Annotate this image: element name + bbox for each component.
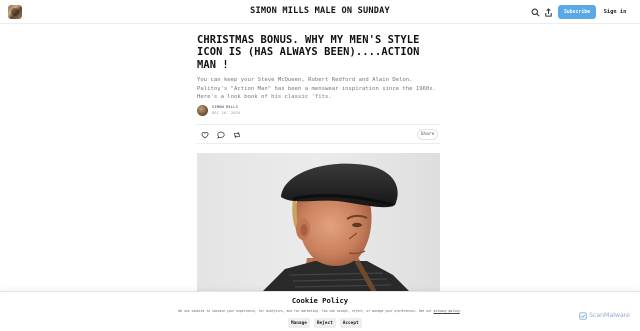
share-upload-icon[interactable] xyxy=(542,6,554,18)
post-subtitle: You can keep your Steve McQueen, Robert … xyxy=(197,77,437,101)
post-date: DEC 26, 2024 xyxy=(212,111,241,115)
post-actions: Share xyxy=(197,124,440,144)
byline: SIMON MILLS DEC 26, 2024 xyxy=(197,104,440,118)
subscribe-button[interactable]: Subscribe xyxy=(558,5,596,19)
post-title: CHRISTMAS BONUS. WHY MY MEN'S STYLE ICON… xyxy=(197,34,420,71)
scanmalware-label: ScanMalware xyxy=(589,312,630,319)
accept-cookies-button[interactable]: Accept xyxy=(339,318,362,328)
author-name[interactable]: SIMON MILLS xyxy=(212,105,238,109)
cookie-text: We use cookies to improve your experienc… xyxy=(0,309,640,313)
reject-cookies-button[interactable]: Reject xyxy=(313,318,336,328)
cookie-description: We use cookies to improve your experienc… xyxy=(178,309,432,313)
sign-in-button[interactable]: Sign in xyxy=(602,5,628,19)
cookie-banner: Cookie Policy We use cookies to improve … xyxy=(0,291,640,331)
scanmalware-logo-icon xyxy=(579,311,587,320)
manage-cookies-button[interactable]: Manage xyxy=(288,318,310,328)
top-bar: SIMON MILLS MALE ON SUNDAY Subscribe Sig… xyxy=(0,0,640,24)
cookie-buttons: Manage Reject Accept xyxy=(288,318,362,328)
heart-icon[interactable] xyxy=(200,130,209,139)
share-button[interactable]: Share xyxy=(417,129,438,140)
search-icon[interactable] xyxy=(529,6,541,18)
hero-image xyxy=(197,153,440,293)
scanmalware-watermark: ScanMalware xyxy=(579,311,630,320)
privacy-policy-link[interactable]: privacy policy xyxy=(434,309,460,313)
avatar[interactable] xyxy=(197,105,208,116)
comment-icon[interactable] xyxy=(216,130,225,139)
cookie-title: Cookie Policy xyxy=(291,296,349,305)
restack-icon[interactable] xyxy=(232,130,241,139)
article: CHRISTMAS BONUS. WHY MY MEN'S STYLE ICON… xyxy=(197,34,440,144)
cookie-text-end: . xyxy=(459,309,462,313)
